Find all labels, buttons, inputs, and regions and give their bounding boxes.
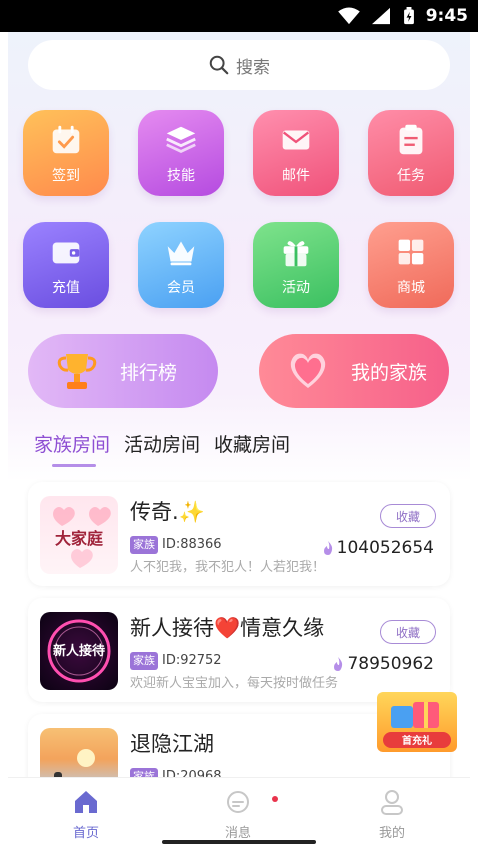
- room-thumbnail: 新人接待: [40, 612, 118, 690]
- grid-label: 签到: [52, 168, 80, 184]
- room-name: 新人接待❤️情意久缘: [130, 616, 325, 640]
- gift-icon: [283, 241, 309, 267]
- tab-favorite-rooms[interactable]: 收藏房间: [214, 430, 290, 457]
- room-card[interactable]: 新人接待 新人接待❤️情意久缘 家族 ID:92752 欢迎新人宝宝加入，每天按…: [28, 598, 450, 702]
- favorite-button[interactable]: 收藏: [380, 620, 436, 644]
- active-tab-indicator: [52, 464, 96, 467]
- wallet-icon: [52, 242, 80, 264]
- heart-icon: [290, 353, 326, 388]
- mail-icon: [282, 130, 310, 150]
- neon-badge-image-icon: 新人接待: [47, 619, 111, 683]
- grid-label: 技能: [167, 168, 195, 184]
- grid-label: 会员: [167, 280, 195, 296]
- leaderboard-label: 排行榜: [120, 361, 178, 384]
- shop-icon: [398, 239, 424, 265]
- home-indicator: [162, 840, 316, 844]
- room-id: ID:92752: [162, 653, 222, 668]
- room-description: 欢迎新人宝宝加入，每天按时做任务: [130, 676, 339, 691]
- thumb-text: 大家庭: [55, 529, 103, 548]
- search-bar[interactable]: 搜索: [28, 40, 450, 90]
- grid-label: 邮件: [282, 168, 310, 184]
- room-thumbnail: 大家庭: [40, 496, 118, 574]
- family-badge: 家族: [130, 536, 158, 554]
- nav-label: 首页: [72, 826, 99, 841]
- leaderboard-button[interactable]: 排行榜: [28, 334, 218, 408]
- nav-label: 我的: [378, 826, 405, 841]
- grid-item-vip[interactable]: 会员: [138, 222, 224, 308]
- heat-value: 78950962: [347, 654, 434, 674]
- room-name: 退隐江湖: [130, 732, 214, 756]
- grid-item-skill[interactable]: 技能: [138, 110, 224, 196]
- unread-dot: [272, 796, 278, 802]
- grid-label: 商城: [397, 280, 425, 296]
- grid-label: 活动: [282, 280, 310, 296]
- room-description: 人不犯我，我不犯人！人若犯我！: [130, 560, 326, 575]
- status-time: 9:45: [425, 6, 468, 26]
- hearts-image-icon: 大家庭: [53, 507, 111, 568]
- nav-messages[interactable]: 消息: [198, 788, 278, 841]
- status-bar: 9:45: [0, 0, 478, 32]
- nav-profile[interactable]: 我的: [352, 788, 432, 841]
- tab-activity-rooms[interactable]: 活动房间: [124, 430, 200, 457]
- nav-home[interactable]: 首页: [46, 788, 126, 841]
- tab-family-rooms[interactable]: 家族房间: [34, 430, 110, 457]
- grid-item-activity[interactable]: 活动: [253, 222, 339, 308]
- first-recharge-gift[interactable]: 首充礼: [377, 692, 457, 752]
- gift-label: 首充礼: [402, 734, 432, 747]
- calendar-check-icon: [52, 125, 80, 154]
- room-id: ID:88366: [162, 537, 222, 552]
- grid-item-task[interactable]: 任务: [368, 110, 454, 196]
- app-screen: 搜索 签到 技能 邮件 任务 充值 会员 活动 商城 排行榜 我的家族 家族房间…: [8, 32, 470, 849]
- grid-item-recharge[interactable]: 充值: [23, 222, 109, 308]
- flame-icon: [323, 541, 332, 555]
- heat-value: 104052654: [336, 538, 434, 558]
- clipboard-icon: [399, 124, 423, 155]
- grid-item-shop[interactable]: 商城: [368, 222, 454, 308]
- room-card[interactable]: 大家庭 传奇.✨ 家族 ID:88366 人不犯我，我不犯人！人若犯我！ 收藏 …: [28, 482, 450, 586]
- battery-icon: [403, 7, 414, 25]
- layers-icon: [166, 126, 196, 153]
- my-family-label: 我的家族: [351, 361, 428, 384]
- gift-box-icon: 首充礼: [383, 702, 451, 748]
- favorite-button[interactable]: 收藏: [380, 504, 436, 528]
- thumb-text: 新人接待: [53, 643, 105, 659]
- home-icon: [75, 791, 97, 813]
- trophy-icon: [57, 354, 97, 389]
- signal-icon: [371, 7, 390, 25]
- room-heat: 78950962: [331, 654, 434, 674]
- crown-icon: [167, 241, 195, 266]
- room-heat: 104052654: [321, 538, 434, 558]
- grid-item-mail[interactable]: 邮件: [253, 110, 339, 196]
- wifi-icon: [337, 7, 360, 25]
- room-tabs: 家族房间 活动房间 收藏房间: [34, 430, 290, 457]
- search-label: 搜索: [236, 57, 270, 78]
- flame-icon: [334, 657, 343, 671]
- grid-label: 任务: [397, 168, 425, 184]
- grid-label: 充值: [52, 280, 80, 296]
- profile-icon: [381, 790, 403, 815]
- my-family-button[interactable]: 我的家族: [259, 334, 449, 408]
- bottom-navigation: 首页 消息 我的: [8, 777, 470, 849]
- search-icon: [209, 55, 229, 75]
- message-icon: [227, 791, 249, 813]
- family-badge: 家族: [130, 652, 158, 670]
- room-name: 传奇.✨: [130, 500, 205, 524]
- grid-item-checkin[interactable]: 签到: [23, 110, 109, 196]
- nav-label: 消息: [224, 826, 251, 841]
